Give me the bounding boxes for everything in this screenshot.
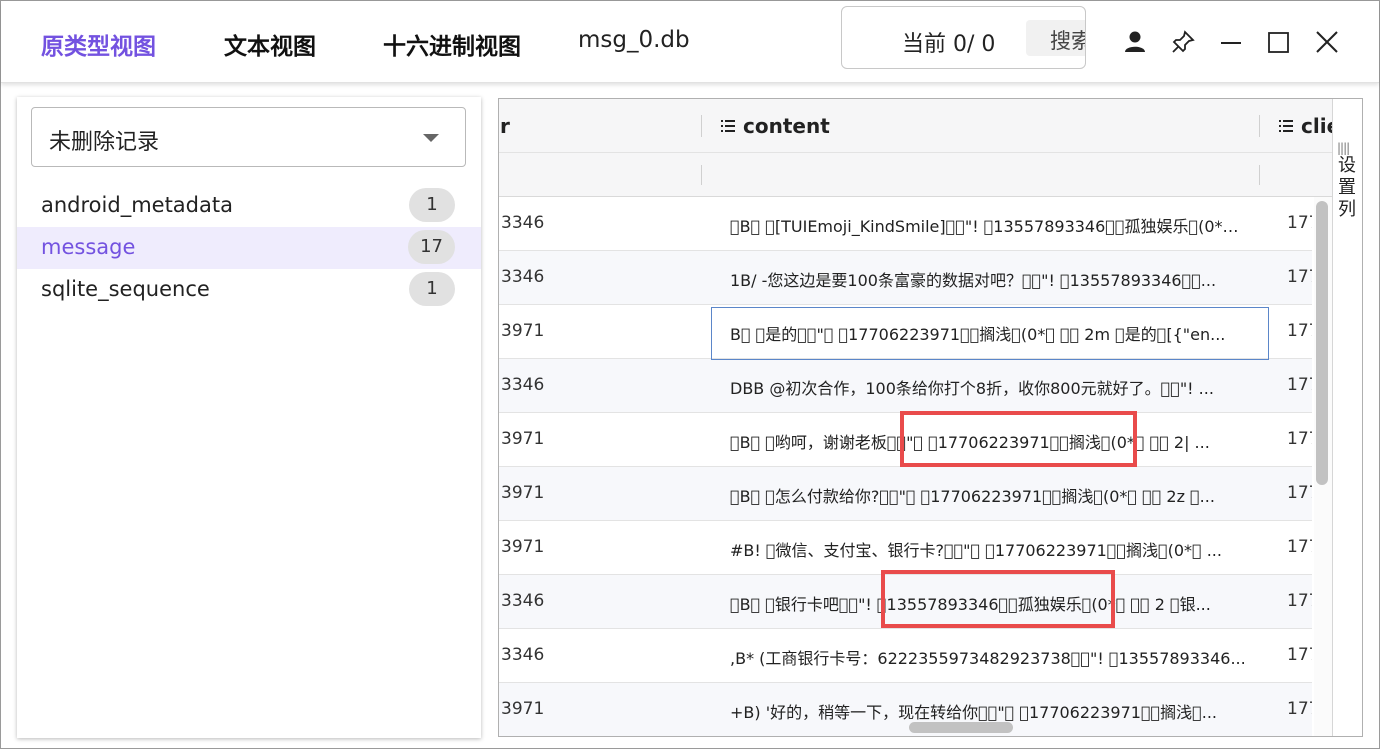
cell[interactable]: 177 (1287, 429, 1312, 449)
column-header-content[interactable]: content (721, 114, 830, 138)
cell[interactable]: 3346 (501, 267, 544, 287)
cell[interactable]: 177 (1287, 213, 1312, 233)
content-cell[interactable]:  B   怎么付款给你?  "   17706223971  搁浅 (0*   … (730, 483, 1248, 507)
table-name: android_metadata (41, 193, 233, 217)
column-resize-handle[interactable] (1259, 115, 1260, 137)
cell[interactable]: 3971 (501, 537, 544, 557)
pin-icon[interactable] (1170, 29, 1196, 55)
table-name: sqlite_sequence (41, 277, 210, 301)
file-name: msg_0.db (578, 27, 690, 53)
cell[interactable]: 3346 (501, 213, 544, 233)
column-settings-label[interactable]: 设置列 (1338, 155, 1358, 221)
chevron-down-icon (423, 134, 439, 142)
column-header-partial[interactable]: r (500, 114, 510, 138)
column-resize-handle[interactable] (701, 115, 702, 137)
row-count-badge: 1 (409, 272, 455, 306)
cell[interactable]: 177 (1287, 591, 1312, 611)
cell[interactable]: 3971 (501, 321, 544, 341)
table-name: message (41, 235, 136, 259)
cell[interactable]: 3971 (501, 429, 544, 449)
close-icon[interactable] (1314, 29, 1340, 55)
content-cell[interactable]:  B   [TUIEmoji_KindSmile]  "!  135578933… (730, 213, 1248, 237)
cell[interactable]: 3346 (501, 645, 544, 665)
content-cell[interactable]: +B) '好的，稍等一下，现在转给你  "   17706223971  搁浅 … (730, 699, 1248, 723)
search-position-label: 当前 0/ 0 (902, 32, 996, 57)
table-row[interactable]: 3971 #B!  微信、支付宝、银行卡?  "   17706223971  搁… (499, 521, 1312, 575)
table-row[interactable]: 3971  B   怎么付款给你?  "   17706223971  搁浅 (0… (499, 467, 1312, 521)
vertical-scrollbar[interactable] (1314, 197, 1332, 736)
grid-header: r content clie (499, 99, 1340, 153)
record-filter-value: 未删除记录 (49, 130, 160, 155)
grid-body: 3346  B   [TUIEmoji_KindSmile]  "!  13557… (499, 197, 1312, 736)
table-row[interactable]: 3346  B   [TUIEmoji_KindSmile]  "!  13557… (499, 197, 1312, 251)
table-row[interactable]: 3971 +B) '好的，稍等一下，现在转给你  "   17706223971 … (499, 683, 1312, 736)
cell[interactable]: 177 (1287, 267, 1312, 287)
row-count-badge: 1 (409, 188, 455, 222)
record-filter-select[interactable]: 未删除记录 (31, 107, 466, 167)
column-header-label: content (743, 114, 830, 138)
title-bar: 原类型视图 文本视图 十六进制视图 msg_0.db 当前 0/ 0 搜索 (1, 1, 1379, 83)
filter-separator (701, 165, 702, 185)
cell[interactable]: 177 (1287, 699, 1312, 719)
row-count-badge: 17 (408, 230, 455, 264)
highlight-box-phone-17706223971 (900, 411, 1137, 467)
cell[interactable]: 3971 (501, 699, 544, 719)
horizontal-scrollbar-thumb[interactable] (909, 722, 1013, 733)
table-row[interactable]: 3346 ,B* (工商银行卡号：6222355973482923738  "! … (499, 629, 1312, 683)
cell[interactable]: 177 (1287, 321, 1312, 341)
tab-raw-type-view[interactable]: 原类型视图 (41, 27, 156, 61)
cell[interactable]: 177 (1287, 645, 1312, 665)
table-item-android-metadata[interactable]: android_metadata 1 (17, 185, 481, 227)
cell[interactable]: 177 (1287, 483, 1312, 503)
table-row[interactable]: 3346 1B/ -您这边是要100条富豪的数据对吧？  "!  13557893… (499, 251, 1312, 305)
app-window: 原类型视图 文本视图 十六进制视图 msg_0.db 当前 0/ 0 搜索 未删… (0, 0, 1380, 749)
table-row[interactable]: 3346 DBB @初次合作，100条给你打个8折，收你800元就好了。  "! … (499, 359, 1312, 413)
column-header-client[interactable]: clie (1279, 114, 1340, 138)
minimize-icon[interactable] (1218, 29, 1244, 55)
filter-separator (1259, 165, 1260, 185)
vertical-scrollbar-thumb[interactable] (1316, 201, 1328, 485)
content-cell[interactable]: 1B/ -您这边是要100条富豪的数据对吧？  "!  13557893346 … (730, 267, 1248, 291)
tab-hex-view[interactable]: 十六进制视图 (383, 27, 521, 61)
highlight-box-phone-13557893346 (881, 570, 1115, 628)
content-cell[interactable]: DBB @初次合作，100条给你打个8折，收你800元就好了。  "! ... (730, 375, 1248, 399)
table-item-message[interactable]: message 17 (17, 227, 481, 269)
tab-text-view[interactable]: 文本视图 (224, 27, 316, 61)
cell[interactable]: 3346 (501, 375, 544, 395)
cell[interactable]: 3971 (501, 483, 544, 503)
table-item-sqlite-sequence[interactable]: sqlite_sequence 1 (17, 269, 481, 311)
content-cell[interactable]: #B!  微信、支付宝、银行卡?  "   17706223971  搁浅 (0… (730, 537, 1248, 561)
cell[interactable]: 3346 (501, 591, 544, 611)
table-list-panel: 未删除记录 android_metadata 1 message 17 sqli… (17, 97, 481, 738)
grid-filter-row[interactable] (499, 153, 1334, 197)
search-button[interactable]: 搜索 (1026, 20, 1085, 56)
list-icon (721, 119, 735, 132)
column-settings-sidebar[interactable]: |||| 设置列 (1332, 99, 1362, 736)
maximize-icon[interactable] (1266, 29, 1292, 55)
content-cell[interactable]: ,B* (工商银行卡号：6222355973482923738  "!  135… (730, 645, 1248, 669)
search-box[interactable]: 当前 0/ 0 搜索 (841, 6, 1086, 69)
cell[interactable]: 177 (1287, 537, 1312, 557)
list-icon (1279, 119, 1293, 132)
user-icon[interactable] (1122, 29, 1148, 55)
grip-icon: |||| (1337, 141, 1350, 155)
focused-cell-outline (711, 307, 1269, 360)
cell[interactable]: 177 (1287, 375, 1312, 395)
